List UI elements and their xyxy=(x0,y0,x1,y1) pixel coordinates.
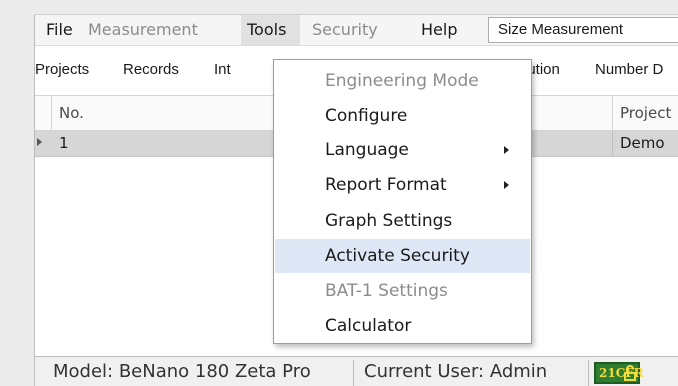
column-divider[interactable] xyxy=(612,96,613,130)
menu-tools[interactable]: Tools xyxy=(241,15,300,45)
menu-item-graph-settings[interactable]: Graph Settings xyxy=(275,204,530,238)
tools-menu-dropdown: Engineering Mode Configure Language Repo… xyxy=(273,59,532,344)
menu-item-configure[interactable]: Configure xyxy=(275,99,530,133)
menu-item-label: BAT-1 Settings xyxy=(325,281,448,301)
tab-number-distribution[interactable]: Number D xyxy=(595,58,663,82)
menu-item-label: Activate Security xyxy=(325,246,470,266)
menu-item-bat1-settings[interactable]: BAT-1 Settings xyxy=(275,274,530,308)
status-current-user: Current User: Admin xyxy=(364,361,548,382)
menu-item-label: Language xyxy=(325,140,409,160)
menu-item-report-format[interactable]: Report Format xyxy=(275,168,530,202)
cell-project[interactable]: Demo xyxy=(620,131,665,156)
menu-bar: File Measurement Tools Security Help Siz… xyxy=(35,15,678,46)
cell-no[interactable]: 1 xyxy=(59,131,69,156)
column-header-project[interactable]: Project xyxy=(620,96,671,130)
menu-item-activate-security[interactable]: Activate Security xyxy=(275,239,530,273)
unlocked-padlock-icon xyxy=(624,365,636,381)
main-window: File Measurement Tools Security Help Siz… xyxy=(34,14,678,386)
cfr-security-badge[interactable]: 21CFR xyxy=(594,362,644,384)
menu-item-language[interactable]: Language xyxy=(275,133,530,167)
submenu-arrow-icon xyxy=(504,146,509,154)
menu-help[interactable]: Help xyxy=(415,15,463,45)
submenu-arrow-icon xyxy=(504,181,509,189)
menu-item-label: Configure xyxy=(325,106,408,126)
status-separator xyxy=(353,360,354,386)
tab-int[interactable]: Int xyxy=(214,58,231,82)
menu-item-label: Graph Settings xyxy=(325,211,453,231)
cfr-badge-label: 21CFR xyxy=(599,366,644,380)
tab-projects[interactable]: Projects xyxy=(35,58,89,82)
menu-item-engineering-mode[interactable]: Engineering Mode xyxy=(275,64,530,98)
menu-measurement[interactable]: Measurement xyxy=(82,15,204,45)
status-model: Model: BeNano 180 Zeta Pro xyxy=(53,361,311,382)
measurement-mode-select[interactable]: Size Measurement xyxy=(488,17,678,43)
menu-item-calculator[interactable]: Calculator xyxy=(275,309,530,343)
tab-records[interactable]: Records xyxy=(123,58,179,82)
menu-security[interactable]: Security xyxy=(306,15,384,45)
column-header-no[interactable]: No. xyxy=(59,96,84,130)
status-bar: Model: BeNano 180 Zeta Pro Current User:… xyxy=(35,356,678,386)
grid-corner xyxy=(35,96,52,131)
status-separator xyxy=(588,360,589,386)
row-selector-arrow-icon xyxy=(37,138,42,146)
menu-file[interactable]: File xyxy=(40,15,79,45)
menu-item-label: Calculator xyxy=(325,316,412,336)
cell-divider xyxy=(612,131,613,156)
menu-item-label: Report Format xyxy=(325,175,447,195)
menu-item-label: Engineering Mode xyxy=(325,71,479,91)
